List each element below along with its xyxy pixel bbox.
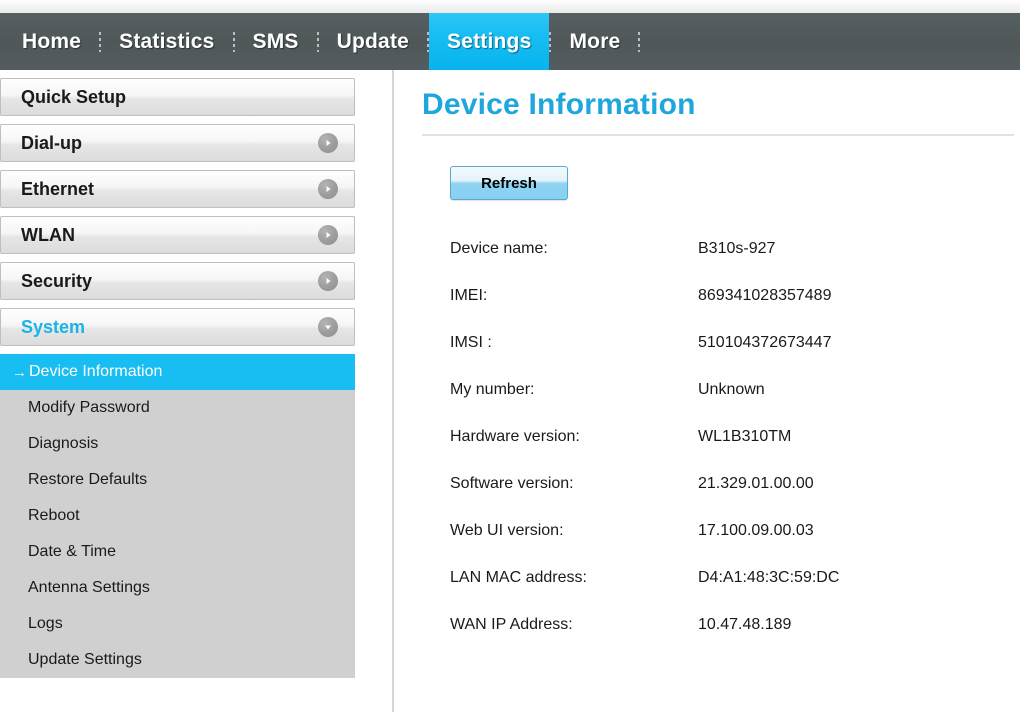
sidebar-submenu-system: → Device Information Modify Password Diagno… [0, 354, 355, 678]
sidebar-group-label: System [21, 316, 86, 337]
submenu-item-logs[interactable]: Logs [0, 606, 355, 642]
info-label: IMEI: [450, 287, 488, 304]
info-row: Software version: 21.329.01.00.00 [450, 475, 839, 522]
info-value: 21.329.01.00.00 [698, 475, 814, 492]
submenu-item-reboot[interactable]: Reboot [0, 498, 355, 534]
submenu-item-label: Modify Password [28, 399, 150, 416]
window-top-strip [0, 0, 1020, 13]
info-row: IMSI : 510104372673447 [450, 334, 839, 381]
sidebar-group-label: Dial-up [21, 132, 82, 153]
info-value: 10.47.48.189 [698, 616, 792, 633]
info-row: Device name: B310s-927 [450, 240, 839, 287]
info-label: My number: [450, 381, 535, 398]
info-row: WAN IP Address: 10.47.48.189 [450, 616, 839, 663]
info-row: LAN MAC address: D4:A1:48:3C:59:DC [450, 569, 839, 616]
sidebar-group-dial-up[interactable]: Dial-up [0, 124, 355, 162]
info-value: 510104372673447 [698, 334, 832, 351]
chevron-down-icon[interactable] [318, 317, 338, 337]
page-body: Quick Setup Dial-up Ethernet WLAN Security Sy… [0, 70, 1020, 712]
info-value: WL1B310TM [698, 428, 792, 445]
chevron-right-icon[interactable] [318, 179, 338, 199]
nav-tab-more[interactable]: More [551, 13, 638, 70]
submenu-item-label: Diagnosis [28, 435, 99, 452]
info-row: Web UI version: 17.100.09.00.03 [450, 522, 839, 569]
main-content: Device Information Refresh Device name: B… [394, 70, 1020, 712]
info-value: 869341028357489 [698, 287, 832, 304]
submenu-item-label: Update Settings [28, 651, 142, 668]
refresh-button[interactable]: Refresh [450, 166, 568, 200]
info-label: IMSI : [450, 334, 492, 351]
info-value: B310s-927 [698, 240, 776, 257]
submenu-item-label: Logs [28, 615, 63, 632]
submenu-item-label: Date & Time [28, 543, 117, 560]
info-label: LAN MAC address: [450, 569, 587, 586]
info-row: Hardware version: WL1B310TM [450, 428, 839, 475]
nav-tab-sms[interactable]: SMS [235, 13, 317, 70]
chevron-right-icon[interactable] [318, 133, 338, 153]
title-divider [422, 134, 1014, 136]
submenu-item-label: Antenna Settings [28, 579, 150, 596]
info-label: Device name: [450, 240, 548, 257]
nav-tab-home[interactable]: Home [0, 13, 99, 70]
submenu-item-date-time[interactable]: Date & Time [0, 534, 355, 570]
submenu-item-device-information[interactable]: → Device Information [0, 354, 355, 390]
info-row: My number: Unknown [450, 381, 839, 428]
sidebar-group-label: WLAN [21, 224, 75, 245]
nav-tab-statistics[interactable]: Statistics [101, 13, 232, 70]
sidebar-menu-groups: Quick Setup Dial-up Ethernet WLAN Security Sy… [0, 78, 355, 346]
chevron-right-icon[interactable] [318, 225, 338, 245]
sidebar-group-label: Ethernet [21, 178, 95, 199]
arrow-right-icon: → [12, 363, 27, 381]
main-navigation-bar: Home Statistics SMS Update Settings More [0, 13, 1020, 70]
info-label: Software version: [450, 475, 574, 492]
submenu-item-update-settings[interactable]: Update Settings [0, 642, 355, 678]
sidebar-group-label: Quick Setup [21, 86, 127, 107]
nav-tab-settings[interactable]: Settings [429, 13, 550, 70]
submenu-item-restore-defaults[interactable]: Restore Defaults [0, 462, 355, 498]
submenu-item-label: Device Information [29, 363, 163, 380]
submenu-item-modify-password[interactable]: Modify Password [0, 390, 355, 426]
info-value: D4:A1:48:3C:59:DC [698, 569, 840, 586]
submenu-item-label: Reboot [28, 507, 80, 524]
chevron-right-icon[interactable] [318, 271, 338, 291]
device-information-table: Device name: B310s-927 IMEI: 86934102835748… [450, 240, 839, 663]
sidebar-group-quick-setup[interactable]: Quick Setup [0, 78, 355, 116]
nav-filler [640, 13, 1020, 70]
info-value: 17.100.09.00.03 [698, 522, 814, 539]
info-label: Web UI version: [450, 522, 564, 539]
nav-tab-update[interactable]: Update [319, 13, 427, 70]
info-value: Unknown [698, 381, 765, 398]
info-label: Hardware version: [450, 428, 580, 445]
sidebar-group-security[interactable]: Security [0, 262, 355, 300]
sidebar-group-ethernet[interactable]: Ethernet [0, 170, 355, 208]
submenu-item-antenna-settings[interactable]: Antenna Settings [0, 570, 355, 606]
page-title: Device Information [422, 88, 696, 121]
submenu-item-diagnosis[interactable]: Diagnosis [0, 426, 355, 462]
sidebar-group-label: Security [21, 270, 93, 291]
sidebar-navigation: Quick Setup Dial-up Ethernet WLAN Security Sy… [0, 70, 394, 712]
submenu-item-label: Restore Defaults [28, 471, 148, 488]
sidebar-group-wlan[interactable]: WLAN [0, 216, 355, 254]
sidebar-group-system[interactable]: System [0, 308, 355, 346]
info-row: IMEI: 869341028357489 [450, 287, 839, 334]
info-label: WAN IP Address: [450, 616, 573, 633]
